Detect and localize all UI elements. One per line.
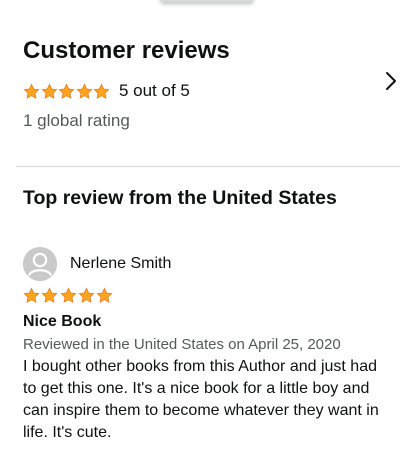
reviewer-name: Nerlene Smith [70, 255, 172, 272]
star-icon [23, 287, 40, 303]
review-meta: Reviewed in the United States on April 2… [23, 336, 341, 353]
star-icon [76, 82, 93, 99]
star-icon [60, 287, 77, 303]
review-title: Nice Book [23, 313, 102, 330]
overall-rating-stars [23, 82, 111, 100]
sheet-handle [160, 0, 254, 2]
star-icon [41, 82, 58, 99]
chevron-right-icon[interactable] [384, 70, 398, 92]
global-rating-count[interactable]: 1 global rating [23, 110, 130, 132]
star-icon [93, 82, 110, 99]
review-body: I bought other books from this Author an… [23, 358, 379, 441]
section-divider [16, 166, 400, 167]
star-icon [78, 287, 95, 303]
top-review-section-title: Top review from the United States [23, 187, 337, 209]
customer-reviews-title: Customer reviews [23, 37, 230, 64]
rating-text: 5 out of 5 [118, 81, 190, 100]
overall-rating[interactable]: 5 out of 5 [23, 80, 190, 102]
review-stars [23, 287, 114, 304]
star-icon [41, 287, 58, 303]
star-icon [58, 82, 75, 99]
star-icon [23, 82, 40, 99]
reviewer-profile[interactable]: Nerlene Smith [23, 247, 171, 281]
star-icon [96, 287, 113, 303]
user-avatar-icon [23, 247, 57, 281]
